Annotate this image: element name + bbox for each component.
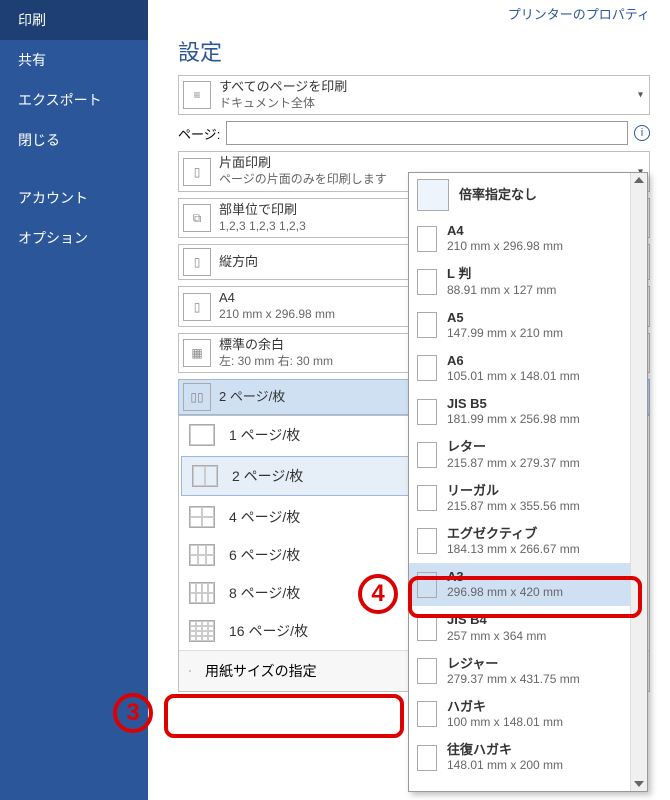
single-side-icon: ▯ (183, 158, 211, 186)
annotation-box-3 (164, 694, 404, 738)
paper-option-11[interactable]: レジャー279.37 mm x 431.75 mm (409, 650, 630, 693)
sidebar-item-account[interactable]: アカウント (0, 178, 148, 218)
pages-icon: ≡ (183, 81, 211, 109)
paper-option-8[interactable]: エグゼクティブ184.13 mm x 266.67 mm (409, 520, 630, 563)
paper-option-9[interactable]: A3296.98 mm x 420 mm (409, 563, 630, 606)
paper-swatch-icon (417, 269, 437, 295)
paper-swatch-icon (417, 658, 437, 684)
paper-option-13[interactable]: 往復ハガキ148.01 mm x 200 mm (409, 736, 630, 779)
paper-swatch-icon (417, 572, 437, 598)
margins-icon: ▦ (183, 339, 211, 367)
collate-icon: ⧉ (183, 204, 211, 232)
portrait-icon: ▯ (183, 248, 211, 276)
paper-swatch-icon (417, 312, 437, 338)
paper-swatch-icon (417, 355, 437, 381)
grid-1-icon (189, 424, 215, 446)
grid-16-icon (189, 620, 215, 642)
pages-input[interactable] (226, 121, 628, 145)
setting-print-range[interactable]: ≡ すべてのページを印刷 ドキュメント全体 ▾ (178, 75, 650, 115)
paper-option-2[interactable]: L 判88.91 mm x 127 mm (409, 260, 630, 303)
two-up-icon: ▯▯ (183, 383, 211, 411)
paper-swatch-icon (417, 179, 449, 211)
paper-option-3[interactable]: A5147.99 mm x 210 mm (409, 304, 630, 347)
paper-option-12[interactable]: ハガキ100 mm x 148.01 mm (409, 693, 630, 736)
sidebar-item-options[interactable]: オプション (0, 218, 148, 258)
grid-2-icon (192, 465, 218, 487)
backstage-sidebar: 印刷 共有 エクスポート 閉じる アカウント オプション (0, 0, 148, 800)
paper-size-flyout: 倍率指定なしA4210 mm x 296.98 mmL 判88.91 mm x … (408, 172, 648, 792)
paper-swatch-icon (417, 615, 437, 641)
info-icon[interactable]: i (634, 125, 650, 141)
paper-swatch-icon (417, 485, 437, 511)
paper-swatch-icon (417, 745, 437, 771)
settings-heading: 設定 (178, 35, 650, 67)
printer-properties-link[interactable]: プリンターのプロパティ (178, 0, 650, 31)
paper-scale-icon (189, 670, 191, 672)
paper-swatch-icon (417, 701, 437, 727)
paper-option-4[interactable]: A6105.01 mm x 148.01 mm (409, 347, 630, 390)
paper-swatch-icon (417, 442, 437, 468)
sidebar-item-export[interactable]: エクスポート (0, 80, 148, 120)
paper-swatch-icon (417, 226, 437, 252)
grid-8-icon (189, 582, 215, 604)
paper-icon: ▯ (183, 293, 211, 321)
paper-swatch-icon (417, 399, 437, 425)
sidebar-item-print[interactable]: 印刷 (0, 0, 148, 40)
scrollbar[interactable] (630, 173, 647, 791)
paper-option-10[interactable]: JIS B4257 mm x 364 mm (409, 606, 630, 649)
pages-label: ページ: (178, 124, 220, 143)
paper-option-5[interactable]: JIS B5181.99 mm x 256.98 mm (409, 390, 630, 433)
sidebar-item-close[interactable]: 閉じる (0, 120, 148, 160)
chevron-down-icon: ▾ (638, 90, 643, 101)
paper-option-0[interactable]: 倍率指定なし (409, 173, 630, 217)
grid-6-icon (189, 544, 215, 566)
paper-option-7[interactable]: リーガル215.87 mm x 355.56 mm (409, 477, 630, 520)
sidebar-item-share[interactable]: 共有 (0, 40, 148, 80)
grid-4-icon (189, 506, 215, 528)
paper-option-1[interactable]: A4210 mm x 296.98 mm (409, 217, 630, 260)
paper-swatch-icon (417, 528, 437, 554)
paper-option-6[interactable]: レター215.87 mm x 279.37 mm (409, 433, 630, 476)
